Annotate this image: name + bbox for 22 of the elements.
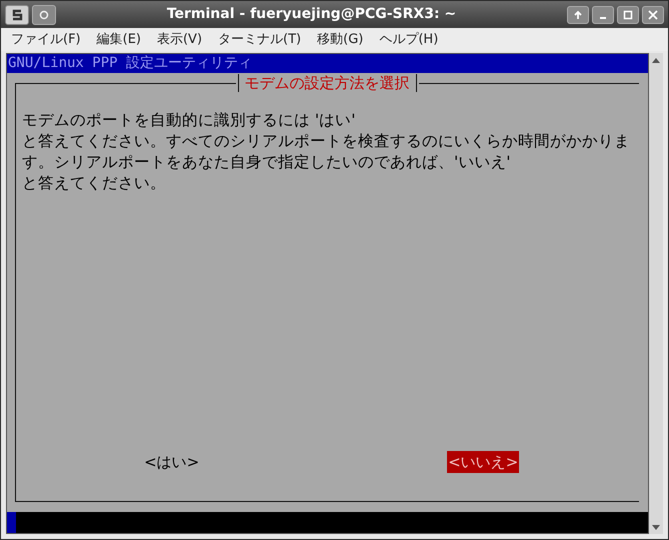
- dialog-text-line: す。シリアルポートをあなた自身で指定したいのであれば、'いいえ': [22, 152, 512, 173]
- menu-item[interactable]: 表示(V): [156, 30, 202, 50]
- menu-item[interactable]: ターミナル(T): [218, 30, 302, 50]
- dialog-title: モデムの設定方法を選択: [244, 72, 410, 94]
- close-icon[interactable]: [642, 6, 664, 24]
- dialog-text-line: と答えてください。: [22, 173, 167, 194]
- menu-item[interactable]: ファイル(F): [11, 30, 81, 50]
- text-cursor: [7, 512, 16, 533]
- backtitle: GNU/Linux PPP 設定ユーティリティ: [7, 54, 648, 73]
- dialog-button[interactable]: <はい>: [143, 450, 200, 473]
- dialog-button[interactable]: <いいえ>: [447, 450, 520, 473]
- shade-icon[interactable]: [567, 6, 589, 24]
- dialog-text-line: と答えてください。すべてのシリアルポートを検査するのにいくらか時間がかかりま: [22, 131, 631, 152]
- minimize-icon[interactable]: [592, 6, 614, 24]
- maximize-icon[interactable]: [617, 6, 639, 24]
- menu-item[interactable]: 移動(G): [317, 30, 364, 50]
- menu-item[interactable]: ヘルプ(H): [379, 30, 438, 50]
- window-title: Terminal - fueryuejing@PCG-SRX3: ~: [166, 5, 456, 24]
- menu-item[interactable]: 編集(E): [96, 30, 141, 50]
- dialog-text-line: モデムのポートを自動的に識別するには 'はい': [22, 110, 356, 131]
- app-menu-icon[interactable]: [5, 4, 29, 24]
- sticky-icon[interactable]: [32, 4, 56, 24]
